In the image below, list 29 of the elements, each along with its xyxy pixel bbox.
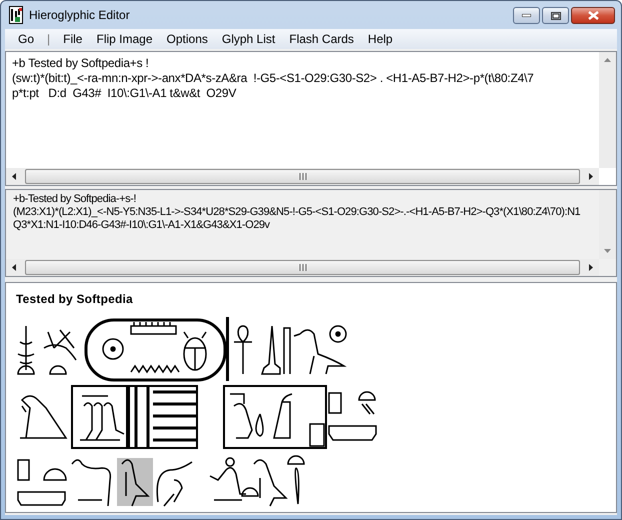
code-line: +b Tested by Softpedia+s ! bbox=[12, 56, 149, 71]
code-line: p*t:pt D:d G43# I10\:G1\-A1 t&w&t O29V bbox=[12, 86, 236, 101]
menu-item[interactable]: Options bbox=[160, 30, 215, 48]
rendered-heading: Tested by Softpedia bbox=[16, 292, 134, 306]
code-line: (M23:X1)*(L2:X1)_<-N5-Y5:N35-L1->-S34*U28*S29-G39&N5-!-G5-<S1-O29:G30-S2>-.-<H1-A5-B7-H2>-Q3*(X1\80:Z4\70):N1 bbox=[13, 206, 580, 219]
scroll-thumb[interactable] bbox=[25, 260, 580, 275]
horizontal-scrollbar[interactable] bbox=[6, 259, 599, 276]
vertical-scrollbar[interactable] bbox=[599, 52, 616, 168]
close-icon bbox=[588, 11, 598, 20]
window-title: Hieroglyphic Editor bbox=[29, 8, 131, 22]
vertical-scrollbar[interactable] bbox=[599, 190, 616, 259]
minimize-icon bbox=[522, 14, 531, 17]
code-line: +b-Tested by Softpedia-+s-! bbox=[13, 193, 136, 206]
code-line: Q3*X1:N1-I10:D46-G43#-I10\:G1\-A1-X1&G43&X1-O29v bbox=[13, 219, 270, 232]
minimize-button[interactable] bbox=[513, 7, 540, 24]
code-line: (sw:t)*(bit:t)_<-ra-mn:n-xpr->-anx*DA*s-zA&ra !-G5-<S1-O29:G30-S2> . <H1-A5-B7-H2>-p*(t\80:Z4\7 bbox=[12, 71, 534, 86]
menu-item[interactable]: File bbox=[56, 30, 90, 48]
maximize-button[interactable] bbox=[542, 7, 569, 24]
app-icon bbox=[9, 6, 23, 24]
menu-item[interactable]: Flash Cards bbox=[282, 30, 361, 48]
horizontal-scrollbar[interactable] bbox=[6, 168, 599, 185]
close-button[interactable] bbox=[571, 7, 615, 24]
menu-separator: | bbox=[46, 31, 52, 48]
scroll-thumb[interactable] bbox=[25, 169, 580, 184]
menu-item[interactable]: Glyph List bbox=[214, 30, 282, 48]
menu-item[interactable]: Flip Image bbox=[89, 30, 160, 48]
maximize-icon bbox=[550, 12, 560, 20]
menu-item[interactable]: Help bbox=[360, 30, 400, 48]
menu-item[interactable]: Go bbox=[11, 30, 42, 48]
